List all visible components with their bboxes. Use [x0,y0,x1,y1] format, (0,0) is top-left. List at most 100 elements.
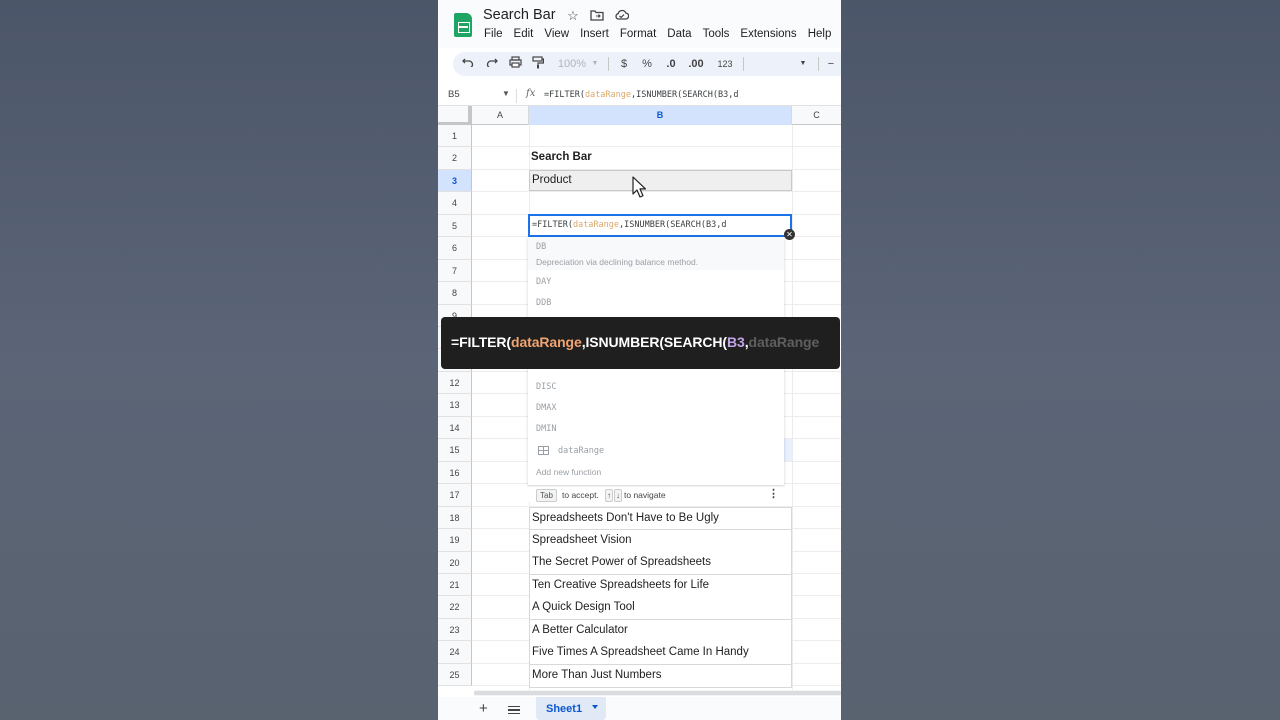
row-header-14[interactable]: 14 [438,416,472,440]
increase-decimal-button[interactable]: .00 [686,56,706,72]
row-header-17[interactable]: 17 [438,484,472,507]
column-header-b[interactable]: B [529,106,792,125]
undo-icon[interactable] [461,56,475,72]
autocomplete-named-range[interactable]: dataRange [558,446,604,456]
sheet-bar: + Sheet1 [438,697,841,720]
cloud-status-icon[interactable] [614,9,630,23]
list-item-text: Spreadsheets Don't Have to Be Ugly [532,512,719,524]
select-all-corner[interactable] [438,106,472,125]
decrease-decimal-button[interactable]: .0 [663,56,679,72]
autocomplete-item[interactable]: DB [536,242,546,252]
autocomplete-item[interactable]: DMIN [536,424,556,434]
list-item[interactable]: Spreadsheet Vision [529,530,792,553]
list-item[interactable]: A Better Calculator [529,620,792,643]
menu-insert[interactable]: Insert [580,28,609,40]
video-background-right [841,0,1280,720]
cell-grid[interactable]: Search Bar Product =FILTER(dataRange,ISN… [472,125,841,690]
sheet-tab-sheet1[interactable]: Sheet1 [536,697,606,720]
toolbar-divider [818,57,819,71]
row-header-25[interactable]: 25 [438,663,472,687]
close-icon[interactable]: ✕ [784,229,795,240]
list-item[interactable]: More Than Just Numbers [529,665,792,688]
row-header-13[interactable]: 13 [438,394,472,417]
font-select-caret-icon[interactable]: ▼ [798,56,808,72]
sheet-tab-label: Sheet1 [546,703,583,715]
autocomplete-item[interactable]: DMAX [536,403,556,413]
menu-tools[interactable]: Tools [703,28,730,40]
sheet-tab-caret-icon[interactable] [592,705,598,709]
scrollbar-thumb[interactable] [474,691,841,695]
column-header-c[interactable]: C [792,106,841,125]
row-header-12[interactable]: 12 [438,371,472,395]
menu-edit[interactable]: Edit [514,28,534,40]
menu-file[interactable]: File [484,28,503,40]
row-header-22[interactable]: 22 [438,596,472,619]
document-title[interactable]: Search Bar [483,7,556,23]
currency-button[interactable]: $ [619,56,629,72]
row-header-3[interactable]: 3 [438,169,472,193]
row-header-4[interactable]: 4 [438,192,472,215]
cell-b5-editor[interactable]: =FILTER(dataRange,ISNUMBER(SEARCH(B3,d ✕ [528,214,795,240]
row-header-23[interactable]: 23 [438,618,472,642]
list-item[interactable]: Five Times A Spreadsheet Came In Handy [529,642,792,665]
star-icon[interactable]: ☆ [566,9,580,23]
percent-button[interactable]: % [642,56,652,72]
row-header-21[interactable]: 21 [438,574,472,597]
list-item-text: A Quick Design Tool [532,601,635,613]
more-options-icon[interactable]: ⋮ [768,488,779,500]
menu-format[interactable]: Format [620,28,656,40]
column-headers: A B C [438,106,841,125]
row-header-24[interactable]: 24 [438,641,472,664]
list-item[interactable]: A Quick Design Tool [529,597,792,620]
zoom-caret-icon[interactable]: ▼ [590,56,600,72]
name-box[interactable]: B5 [448,89,460,100]
all-sheets-icon[interactable] [508,706,520,714]
column-header-a[interactable]: A [472,106,529,125]
list-item[interactable]: Spreadsheets Don't Have to Be Ugly [529,507,792,530]
autocomplete-item[interactable]: DDB [536,298,551,308]
add-new-function-link[interactable]: Add new function [536,467,601,477]
menu-extensions[interactable]: Extensions [740,28,796,40]
horizontal-scrollbar[interactable] [474,690,841,696]
add-sheet-button[interactable]: + [479,701,488,716]
menu-data[interactable]: Data [667,28,691,40]
zoom-select[interactable]: 100% [557,56,587,72]
row-header-18[interactable]: 18 [438,506,472,530]
font-size-decrease-icon[interactable]: − [825,56,837,72]
cell-b2-heading[interactable]: Search Bar [531,151,592,163]
cell-b3-value: Product [532,174,572,186]
row-header-5[interactable]: 5 [438,214,472,238]
row-header-16[interactable]: 16 [438,461,472,485]
arrow-down-icon: ↓ [614,489,622,502]
formula-input[interactable]: =FILTER(dataRange,ISNUMBER(SEARCH(B3,d [544,90,738,100]
menu-view[interactable]: View [544,28,569,40]
sheets-logo-icon[interactable] [454,13,472,37]
formula-suffix: ,ISNUMBER(SEARCH(B3,d [631,90,739,100]
list-item-text: Spreadsheet Vision [532,534,632,546]
list-item[interactable]: Ten Creative Spreadsheets for Life [529,575,792,598]
toolbar-divider [743,57,744,71]
row-header-19[interactable]: 19 [438,529,472,552]
row-header-15[interactable]: 15 [438,439,472,462]
paint-format-icon[interactable] [531,56,545,72]
row-header-7[interactable]: 7 [438,259,472,283]
list-item[interactable]: The Secret Power of Spreadsheets [529,552,792,575]
move-folder-icon[interactable] [590,9,604,23]
editor-range-ref: dataRange [572,220,620,230]
more-formats-button[interactable]: 123 [715,56,735,72]
row-header-2[interactable]: 2 [438,147,472,170]
row-header-1[interactable]: 1 [438,125,472,148]
redo-icon[interactable] [485,56,499,72]
row-header-8[interactable]: 8 [438,282,472,305]
row-header-20[interactable]: 20 [438,551,472,574]
print-icon[interactable] [508,56,522,72]
caption-part: =FILTER( [451,334,511,350]
menu-help[interactable]: Help [808,28,832,40]
autocomplete-item[interactable]: DISC [536,382,556,392]
column-gridline [792,125,793,690]
row-header-6[interactable]: 6 [438,237,472,260]
autocomplete-item[interactable]: DAY [536,277,551,287]
editor-suffix: ,ISNUMBER(SEARCH(B3,d [619,220,727,230]
cell-b3-search-input[interactable]: Product [529,170,792,191]
name-box-caret-icon[interactable]: ▼ [502,89,510,98]
